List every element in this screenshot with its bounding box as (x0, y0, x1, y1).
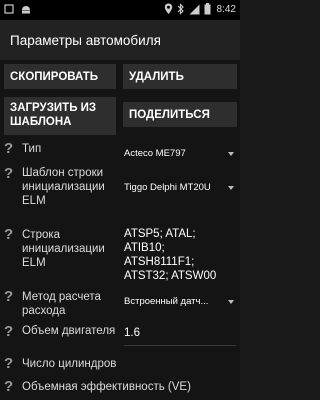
delete-button[interactable]: УДАЛИТЬ (123, 64, 237, 89)
signal-icon (189, 4, 200, 14)
help-icon[interactable]: ? (4, 323, 18, 340)
action-bar: Параметры автомобиля (0, 20, 240, 60)
type-spinner[interactable]: Acteco ME797 (124, 148, 224, 159)
bluetooth-icon (177, 3, 184, 15)
help-icon[interactable]: ? (4, 355, 18, 372)
content-area: СКОПИРОВАТЬ УДАЛИТЬ ЗАГРУЗИТЬ ИЗ ШАБЛОНА… (0, 60, 240, 400)
chevron-down-icon (228, 186, 234, 190)
field-label-type: Тип (22, 143, 42, 155)
help-icon[interactable]: ? (4, 165, 18, 182)
help-icon[interactable]: ? (4, 288, 18, 305)
field-label-cylinders: Число цилиндров (22, 358, 117, 370)
field-label-calc-method: Метод расчета расхода (22, 291, 101, 317)
battery-icon (204, 3, 211, 15)
notification-square-icon (4, 4, 14, 14)
copy-button[interactable]: СКОПИРОВАТЬ (4, 64, 116, 89)
chevron-down-icon (228, 300, 234, 304)
elm-init-input[interactable]: ATSP5; ATAL; ATIB10; ATSH8111F1; ATST32;… (124, 227, 236, 283)
help-icon[interactable]: ? (4, 378, 18, 395)
field-label-elm-template: Шаблон строки инициализации ELM (22, 167, 105, 207)
load-template-button[interactable]: ЗАГРУЗИТЬ ИЗ ШАБЛОНА (4, 97, 116, 135)
engine-volume-input[interactable]: 1.6 (124, 326, 234, 340)
field-label-engine-volume: Объем двигателя (22, 325, 116, 337)
share-button[interactable]: ПОДЕЛИТЬСЯ (123, 102, 237, 127)
input-underline (124, 345, 236, 346)
field-label-elm-init: Строка инициализации ELM (22, 229, 105, 269)
calc-method-spinner[interactable]: Встроенный датч... (124, 296, 224, 307)
chevron-down-icon (228, 152, 234, 156)
location-icon (164, 3, 172, 14)
elm-template-spinner[interactable]: Tiggo Delphi MT20U (124, 182, 226, 193)
status-bar: 8:42 (0, 0, 240, 20)
status-time: 8:42 (216, 3, 236, 15)
help-icon[interactable]: ? (4, 140, 18, 157)
field-label-ve: Объемная эффективность (VE) (22, 381, 191, 393)
android-debug-icon (22, 6, 30, 14)
help-icon[interactable]: ? (4, 226, 18, 243)
page-title: Параметры автомобиля (10, 33, 161, 48)
